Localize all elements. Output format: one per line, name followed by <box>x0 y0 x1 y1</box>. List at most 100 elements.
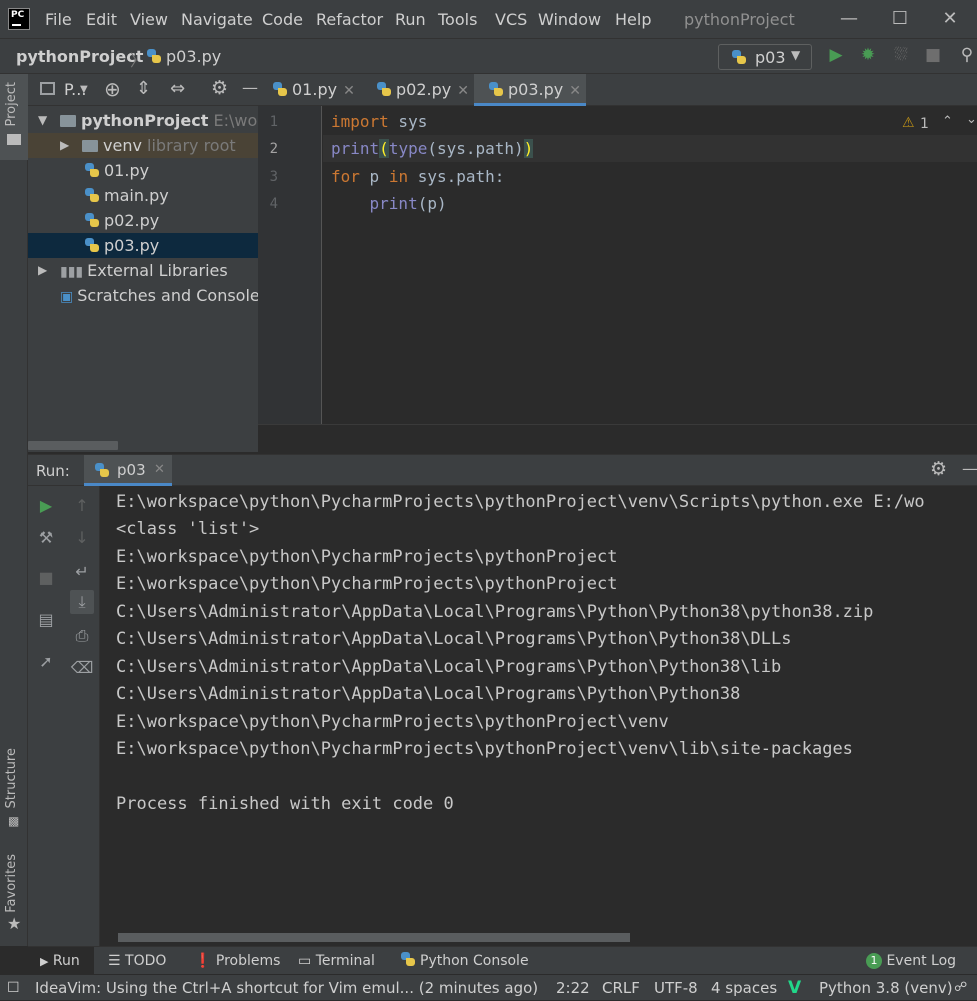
locate-icon[interactable]: ⊕ <box>104 77 121 101</box>
close-tab-icon[interactable]: ✕ <box>457 83 469 99</box>
close-window-icon[interactable]: ✕ <box>935 8 965 30</box>
collapse-all-icon[interactable]: ⇔ <box>170 78 185 99</box>
debug-icon[interactable]: ✹ <box>856 45 880 69</box>
line-number: 4 <box>269 196 278 212</box>
menu-vcs[interactable]: VCS <box>495 10 527 29</box>
star-icon: ★ <box>7 914 22 933</box>
editor-tab-bar: 01.py ✕ p02.py ✕ p03.py ✕ <box>258 74 977 106</box>
favorites-tool-tab[interactable]: Favorites ★ <box>0 850 28 936</box>
menu-view[interactable]: View <box>130 10 168 29</box>
hide-panel-icon[interactable]: — <box>962 459 977 478</box>
window-title: pythonProject <box>684 10 795 29</box>
menu-code[interactable]: Code <box>262 10 303 29</box>
tool-tab-event-log[interactable]: 1 Event Log <box>866 947 956 975</box>
print-icon[interactable]: ⎙ <box>70 624 94 648</box>
project-tree: ▼ pythonProject E:\works ▶ venv library … <box>28 106 258 452</box>
pycharm-logo-icon: PC <box>8 8 30 30</box>
run-panel-header: Run: p03 ✕ ⚙ — <box>28 454 977 486</box>
arrow-up-icon[interactable]: ↑ <box>70 494 94 518</box>
python-file-icon <box>272 81 288 97</box>
menu-edit[interactable]: Edit <box>86 10 117 29</box>
arrow-down-icon[interactable]: ↓ <box>70 526 94 550</box>
scroll-to-end-icon[interactable]: ⤓ <box>70 590 94 614</box>
tree-item-p03-py[interactable]: p03.py <box>28 233 258 258</box>
tool-tab-terminal[interactable]: ▭ Terminal <box>298 947 375 975</box>
console-output[interactable]: E:\workspace\python\PycharmProjects\pyth… <box>100 486 977 946</box>
rerun-icon[interactable]: ▶ <box>34 494 58 518</box>
run-icon[interactable]: ▶ <box>824 45 848 69</box>
tab-01-py[interactable]: 01.py ✕ <box>258 74 362 106</box>
tree-item-project-root[interactable]: ▼ pythonProject E:\works <box>28 108 258 133</box>
python-file-icon <box>84 187 100 203</box>
project-tool-tab[interactable]: Project <box>0 74 28 160</box>
search-icon[interactable]: ⚲ <box>955 45 977 69</box>
line-separator[interactable]: CRLF <box>602 975 640 1001</box>
tree-item-main-py[interactable]: main.py <box>28 183 258 208</box>
menu-window[interactable]: Window <box>538 10 601 29</box>
ideavim-icon[interactable]: V <box>788 975 801 1001</box>
maximize-icon[interactable]: ☐ <box>885 8 915 30</box>
breadcrumb-file[interactable]: p03.py <box>146 47 221 66</box>
tool-tab-python-console[interactable]: Python Console <box>400 947 529 975</box>
menu-run[interactable]: Run <box>395 10 426 29</box>
tool-tab-problems[interactable]: ❗ Problems <box>194 947 280 975</box>
code-line-4: print(p) <box>369 194 447 213</box>
project-tree-scrollbar[interactable] <box>28 441 118 450</box>
run-config-label: p03 <box>755 48 786 67</box>
stop-icon[interactable]: ■ <box>34 566 58 590</box>
tree-item-external-libraries[interactable]: ▶ ▮▮▮ External Libraries <box>28 258 258 283</box>
menu-refactor[interactable]: Refactor <box>316 10 383 29</box>
code-line-1: import sys <box>331 112 428 131</box>
toggle-tool-windows-icon[interactable]: ☐ <box>7 975 20 1001</box>
coverage-icon[interactable]: ⛆ <box>889 45 913 69</box>
tool-tab-run[interactable]: ▶ Run <box>28 947 94 975</box>
trash-icon[interactable]: ⌫ <box>70 656 94 680</box>
previous-highlight-icon[interactable]: ⌃ <box>942 114 953 129</box>
file-encoding[interactable]: UTF-8 <box>654 975 698 1001</box>
menu-tools[interactable]: Tools <box>438 10 477 29</box>
breadcrumb-project[interactable]: pythonProject <box>16 47 143 66</box>
console-scrollbar[interactable] <box>118 933 630 942</box>
status-message[interactable]: IdeaVim: Using the Ctrl+A shortcut for V… <box>35 975 538 1001</box>
run-tab-p03[interactable]: p03 ✕ <box>84 455 172 486</box>
tree-item-01-py[interactable]: 01.py <box>28 158 258 183</box>
warning-icon[interactable]: ⚠ <box>902 115 915 131</box>
tab-p03-py[interactable]: p03.py ✕ <box>474 74 586 106</box>
menu-help[interactable]: Help <box>615 10 651 29</box>
structure-tool-tab[interactable]: Structure ▩ <box>0 744 28 834</box>
tree-item-scratches[interactable]: ▣ Scratches and Consoles <box>28 283 258 308</box>
stop-icon[interactable]: ■ <box>921 45 945 69</box>
minimize-icon[interactable]: — <box>834 8 864 30</box>
lock-icon[interactable]: ☍ <box>954 975 967 1001</box>
wrench-icon[interactable]: ⚒ <box>34 526 58 550</box>
caret-position[interactable]: 2:22 <box>556 975 590 1001</box>
event-count-badge: 1 <box>866 953 882 969</box>
chevron-right-icon: ▶ <box>38 263 48 277</box>
close-tab-icon[interactable]: ✕ <box>154 462 165 477</box>
python-interpreter[interactable]: Python 3.8 (venv) <box>819 975 953 1001</box>
project-tab-label: Project <box>4 82 19 127</box>
python-file-icon <box>376 81 392 97</box>
console-line: E:\workspace\python\PycharmProjects\pyth… <box>116 739 853 759</box>
indent-setting[interactable]: 4 spaces <box>711 975 777 1001</box>
close-tab-icon[interactable]: ✕ <box>569 83 581 99</box>
tree-item-venv[interactable]: ▶ venv library root <box>28 133 258 158</box>
next-highlight-icon[interactable]: ⌄ <box>966 112 977 127</box>
settings-gear-icon[interactable]: ⚙ <box>211 77 228 99</box>
close-tab-icon[interactable]: ✕ <box>343 83 355 99</box>
pin-icon[interactable]: ➚ <box>34 650 58 674</box>
soft-wrap-icon[interactable]: ↵ <box>70 560 94 584</box>
code-line-3: for p in sys.path: <box>331 167 505 186</box>
structure-tab-label: Structure <box>4 748 19 809</box>
expand-all-icon[interactable]: ⇕ <box>136 78 151 99</box>
tab-p02-py[interactable]: p02.py ✕ <box>362 74 474 106</box>
settings-gear-icon[interactable]: ⚙ <box>930 458 947 480</box>
layout-icon[interactable]: ▤ <box>34 608 58 632</box>
tool-tab-todo[interactable]: ☰ TODO <box>108 947 166 975</box>
run-config-selector[interactable]: p03 ▼ <box>718 44 812 70</box>
menu-file[interactable]: File <box>45 10 72 29</box>
menu-navigate[interactable]: Navigate <box>181 10 253 29</box>
structure-icon: ▩ <box>8 814 20 828</box>
hide-panel-icon[interactable]: — <box>242 78 258 97</box>
tree-item-p02-py[interactable]: p02.py <box>28 208 258 233</box>
